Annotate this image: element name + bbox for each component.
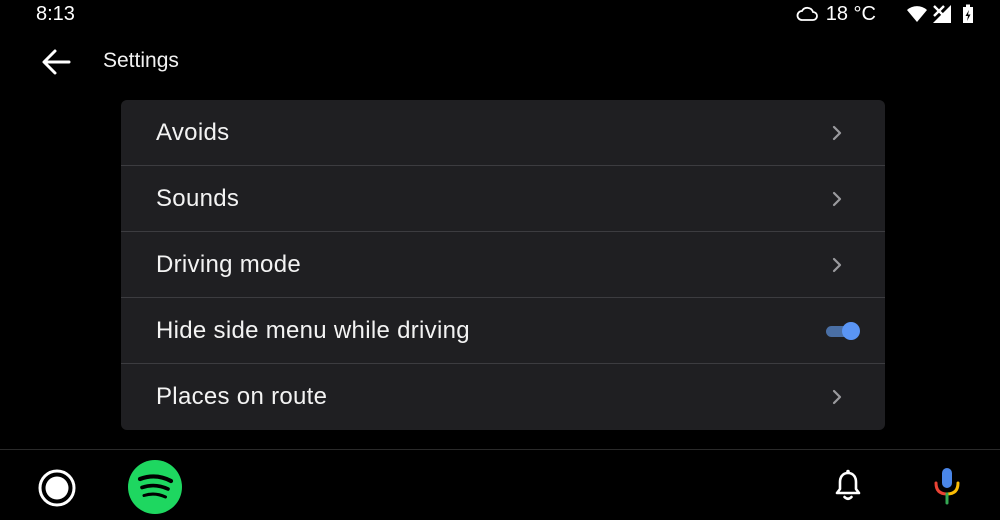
- status-bar: 8:13 18 °C: [0, 0, 1000, 28]
- settings-item-driving-mode[interactable]: Driving mode: [121, 232, 885, 298]
- temperature: 18 °C: [825, 2, 876, 25]
- arrow-back-icon: [42, 49, 71, 75]
- chevron-right-icon: [832, 389, 842, 405]
- hide-side-menu-toggle[interactable]: [826, 321, 860, 340]
- chevron-right-icon: [832, 257, 842, 272]
- battery-charging-icon: [963, 4, 973, 23]
- settings-list: Avoids Sounds Driving mode Hide side men…: [121, 100, 885, 430]
- home-icon[interactable]: [37, 468, 77, 508]
- back-button[interactable]: [34, 42, 78, 82]
- chevron-right-icon: [832, 191, 842, 206]
- android-auto-screen: 8:13 18 °C Settings Avoids Sounds Drivin…: [0, 0, 1000, 520]
- cloud-icon: [796, 6, 818, 21]
- settings-item-label: Places on route: [156, 383, 328, 410]
- settings-item-label: Hide side menu while driving: [156, 316, 470, 344]
- no-signal-icon: [933, 5, 951, 23]
- notification-bell-icon[interactable]: [833, 468, 863, 502]
- bottom-nav-bar: [0, 450, 1000, 520]
- wifi-icon: [907, 6, 927, 22]
- status-icons: 18 °C: [796, 2, 974, 26]
- settings-item-avoids[interactable]: Avoids: [121, 100, 885, 166]
- settings-item-label: Sounds: [156, 184, 240, 212]
- settings-item-hide-side-menu[interactable]: Hide side menu while driving: [121, 298, 885, 364]
- settings-item-sounds[interactable]: Sounds: [121, 166, 885, 232]
- page-title: Settings: [103, 49, 179, 72]
- settings-item-label: Avoids: [156, 118, 230, 146]
- chevron-right-icon: [832, 125, 842, 140]
- spotify-icon[interactable]: [127, 459, 183, 515]
- header: Settings: [0, 36, 1000, 86]
- settings-item-places-on-route[interactable]: Places on route: [121, 364, 885, 430]
- status-time: 8:13: [36, 3, 75, 25]
- settings-item-label: Driving mode: [156, 250, 301, 278]
- toggle-thumb: [842, 321, 860, 340]
- microphone-icon[interactable]: [932, 466, 962, 506]
